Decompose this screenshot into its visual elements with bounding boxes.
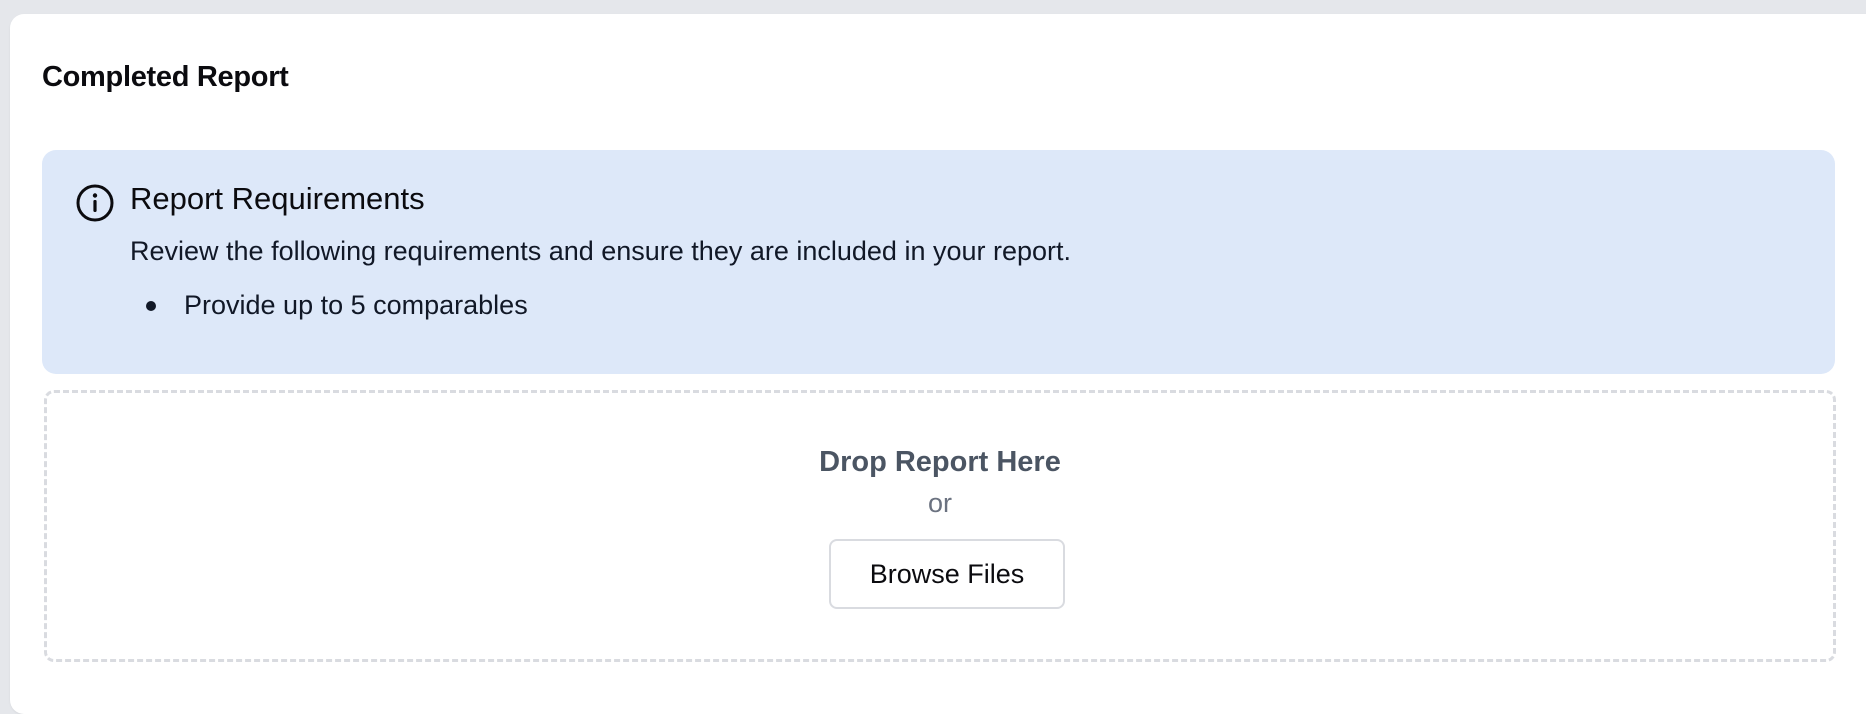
requirement-item: Provide up to 5 comparables xyxy=(130,288,528,323)
section-title: Completed Report xyxy=(42,61,289,93)
completed-report-card: Completed Report Report Requirements Rev… xyxy=(10,14,1866,714)
requirements-title: Report Requirements xyxy=(130,181,425,216)
report-dropzone[interactable]: Drop Report Here or Browse Files xyxy=(44,390,1836,662)
bullet-icon xyxy=(146,301,156,311)
browse-files-button[interactable]: Browse Files xyxy=(829,539,1065,609)
requirements-description: Review the following requirements and en… xyxy=(130,236,1072,266)
report-requirements-alert: Report Requirements Review the following… xyxy=(42,150,1835,374)
dropzone-or-label: or xyxy=(927,488,952,518)
dropzone-label: Drop Report Here xyxy=(819,446,1061,478)
info-circle-icon xyxy=(75,183,115,223)
requirements-list: Provide up to 5 comparables xyxy=(130,288,528,323)
requirement-item-label: Provide up to 5 comparables xyxy=(184,290,528,320)
